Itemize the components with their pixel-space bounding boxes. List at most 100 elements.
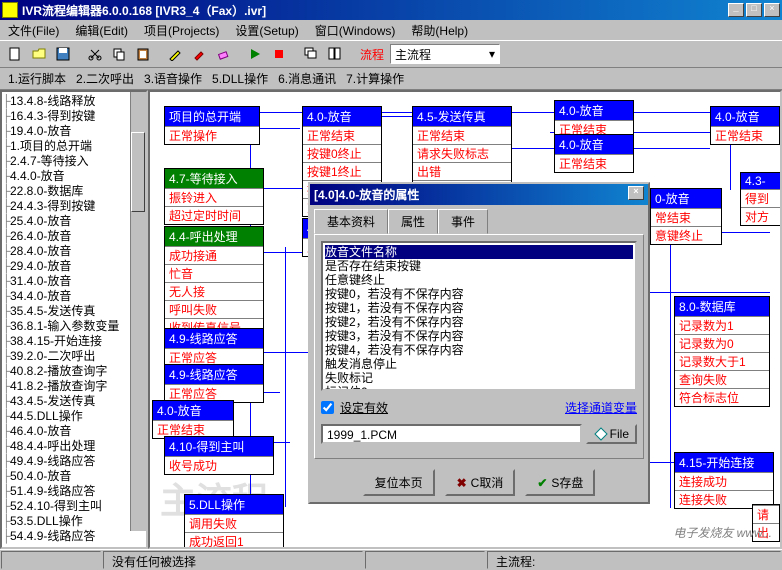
node-r0[interactable]: 0-放音 常结束 意键终止 xyxy=(650,188,722,245)
flow-select[interactable]: 主流程 ▾ xyxy=(390,44,500,64)
node-49b[interactable]: 4.9-线路应答 正常应答 xyxy=(164,364,264,403)
tree-item[interactable]: 31.4.0-放音 xyxy=(4,274,144,289)
node-415[interactable]: 4.15-开始连接 连接成功 连接失败 xyxy=(674,452,774,509)
stop-button[interactable] xyxy=(268,43,290,65)
tree-item[interactable]: 22.8.0-数据库 xyxy=(4,184,144,199)
brush-button[interactable] xyxy=(188,43,210,65)
save-button[interactable]: ✔ S存盘 xyxy=(525,469,595,496)
qt-2[interactable]: 2.二次呼出 xyxy=(76,70,134,87)
node-start[interactable]: 项目的总开端 正常操作 xyxy=(164,106,260,145)
tree-item[interactable]: 28.4.0-放音 xyxy=(4,244,144,259)
list-item[interactable]: 按键1，若没有不保存内容 xyxy=(325,301,633,315)
cancel-button[interactable]: ✖ C取消 xyxy=(445,469,516,496)
node-43r[interactable]: 4.3- 得到 对方 xyxy=(740,172,782,226)
tree-item[interactable]: 53.5.DLL操作 xyxy=(4,514,144,529)
menu-projects[interactable]: 项目(Projects) xyxy=(140,20,223,41)
property-listbox[interactable]: 放音文件名称 是否存在结束按键 任意键终止 按键0，若没有不保存内容 按键1，若… xyxy=(321,241,637,391)
menu-edit[interactable]: 编辑(Edit) xyxy=(71,20,132,41)
tree-item[interactable]: 48.4.4-呼出处理 xyxy=(4,439,144,454)
tree-item[interactable]: 44.5.DLL操作 xyxy=(4,409,144,424)
close-button[interactable]: × xyxy=(764,3,780,17)
tree-item[interactable]: 16.4.3-得到按键 xyxy=(4,109,144,124)
qt-3[interactable]: 3.语音操作 xyxy=(144,70,202,87)
qt-5[interactable]: 5.DLL操作 xyxy=(212,70,268,87)
node-49a[interactable]: 4.9-线路应答 正常应答 xyxy=(164,328,264,367)
list-item[interactable]: 触发消息停止 xyxy=(325,357,633,371)
tree-item[interactable]: 4.4.0-放音 xyxy=(4,169,144,184)
list-item[interactable]: 任意键终止 xyxy=(325,273,633,287)
node-410[interactable]: 4.10-得到主叫 收号成功 xyxy=(164,436,274,475)
paste-button[interactable] xyxy=(132,43,154,65)
tree-item[interactable]: 49.4.9-线路应答 xyxy=(4,454,144,469)
tab-basic[interactable]: 基本资料 xyxy=(314,209,388,234)
qt-7[interactable]: 7.计算操作 xyxy=(346,70,404,87)
tree-item[interactable]: 54.4.9-线路应答 xyxy=(4,529,144,544)
tree-item[interactable]: 35.4.5-发送传真 xyxy=(4,304,144,319)
node-80db[interactable]: 8.0-数据库 记录数为1 记录数为0 记录数大于1 查询失败 符合标志位 xyxy=(674,296,770,407)
run-button[interactable] xyxy=(244,43,266,65)
list-item[interactable]: 是否存在结束按键 xyxy=(325,259,633,273)
dialog-close-button[interactable]: × xyxy=(628,186,644,200)
cut-button[interactable] xyxy=(84,43,106,65)
tab-properties[interactable]: 属性 xyxy=(388,209,438,234)
dialog-titlebar[interactable]: [4.0]4.0-放音的属性 × xyxy=(310,184,648,205)
list-item[interactable]: 标记位0 xyxy=(325,385,633,391)
node-40a[interactable]: 4.0-放音 正常结束 xyxy=(152,400,234,439)
node-47[interactable]: 4.7-等待接入 振铃进入 超过定时时间 xyxy=(164,168,264,225)
list-item[interactable]: 按键0，若没有不保存内容 xyxy=(325,287,633,301)
tree-item[interactable]: 13.4.8-线路释放 xyxy=(4,94,144,109)
save-button[interactable] xyxy=(52,43,74,65)
node-5dll[interactable]: 5.DLL操作 调用失败 成功返回1 成功返回6 xyxy=(184,494,284,549)
tree-item[interactable]: 41.8.2-播放查询字 xyxy=(4,379,144,394)
tree-item[interactable]: 34.4.0-放音 xyxy=(4,289,144,304)
node-40e[interactable]: 4.0-放音 正常结束 xyxy=(710,106,780,145)
menu-windows[interactable]: 窗口(Windows) xyxy=(311,20,400,41)
tile-button[interactable] xyxy=(324,43,346,65)
node-44[interactable]: 4.4-呼出处理 成功接通 忙音 无人接 呼叫失败 收到传真信号 xyxy=(164,226,264,337)
tree-item[interactable]: 39.2.0-二次呼出 xyxy=(4,349,144,364)
tree-item[interactable]: 38.4.15-开始连接 xyxy=(4,334,144,349)
open-button[interactable] xyxy=(28,43,50,65)
tree-list[interactable]: 13.4.8-线路释放16.4.3-得到按键19.4.0-放音1.项目的总开端2… xyxy=(2,92,146,546)
tab-events[interactable]: 事件 xyxy=(438,209,488,234)
erase-button[interactable] xyxy=(212,43,234,65)
list-item[interactable]: 放音文件名称 xyxy=(325,245,633,259)
minimize-button[interactable]: _ xyxy=(728,3,744,17)
tree-item[interactable]: 29.4.0-放音 xyxy=(4,259,144,274)
qt-1[interactable]: 1.运行脚本 xyxy=(8,70,66,87)
tree-scrollbar[interactable] xyxy=(130,92,146,531)
pencil-button[interactable] xyxy=(164,43,186,65)
list-item[interactable]: 失败标记 xyxy=(325,371,633,385)
qt-6[interactable]: 6.消息通讯 xyxy=(278,70,336,87)
tree-item[interactable]: 51.4.9-线路应答 xyxy=(4,484,144,499)
tree-item[interactable]: 24.4.3-得到按键 xyxy=(4,199,144,214)
menu-help[interactable]: 帮助(Help) xyxy=(407,20,472,41)
valid-checkbox[interactable] xyxy=(321,401,334,414)
tree-item[interactable]: 25.4.0-放音 xyxy=(4,214,144,229)
tree-item[interactable]: 50.4.0-放音 xyxy=(4,469,144,484)
node-40d[interactable]: 4.0-放音 正常结束 xyxy=(554,134,634,173)
file-browse-button[interactable]: File xyxy=(586,424,637,444)
scrollbar-thumb[interactable] xyxy=(131,132,145,212)
tree-item[interactable]: 36.8.1-输入参数变量 xyxy=(4,319,144,334)
tree-item[interactable]: 1.项目的总开端 xyxy=(4,139,144,154)
copy-button[interactable] xyxy=(108,43,130,65)
maximize-button[interactable]: □ xyxy=(746,3,762,17)
file-edit[interactable]: 1999_1.PCM xyxy=(321,424,582,444)
select-channel-link[interactable]: 选择通道变量 xyxy=(565,399,637,416)
tree-item[interactable]: 2.4.7-等待接入 xyxy=(4,154,144,169)
tree-item[interactable]: 40.8.2-播放查询字 xyxy=(4,364,144,379)
tree-item[interactable]: 19.4.0-放音 xyxy=(4,124,144,139)
tree-item[interactable]: 26.4.0-放音 xyxy=(4,229,144,244)
tree-item[interactable]: 46.4.0-放音 xyxy=(4,424,144,439)
list-item[interactable]: 按键4，若没有不保存内容 xyxy=(325,343,633,357)
new-button[interactable] xyxy=(4,43,26,65)
menu-setup[interactable]: 设置(Setup) xyxy=(231,20,302,41)
cascade-button[interactable] xyxy=(300,43,322,65)
list-item[interactable]: 按键3，若没有不保存内容 xyxy=(325,329,633,343)
tree-item[interactable]: 43.4.5-发送传真 xyxy=(4,394,144,409)
tree-item[interactable]: 52.4.10-得到主叫 xyxy=(4,499,144,514)
reset-button[interactable]: 复位本页 xyxy=(363,469,435,496)
menu-file[interactable]: 文件(File) xyxy=(4,20,63,41)
list-item[interactable]: 按键2，若没有不保存内容 xyxy=(325,315,633,329)
